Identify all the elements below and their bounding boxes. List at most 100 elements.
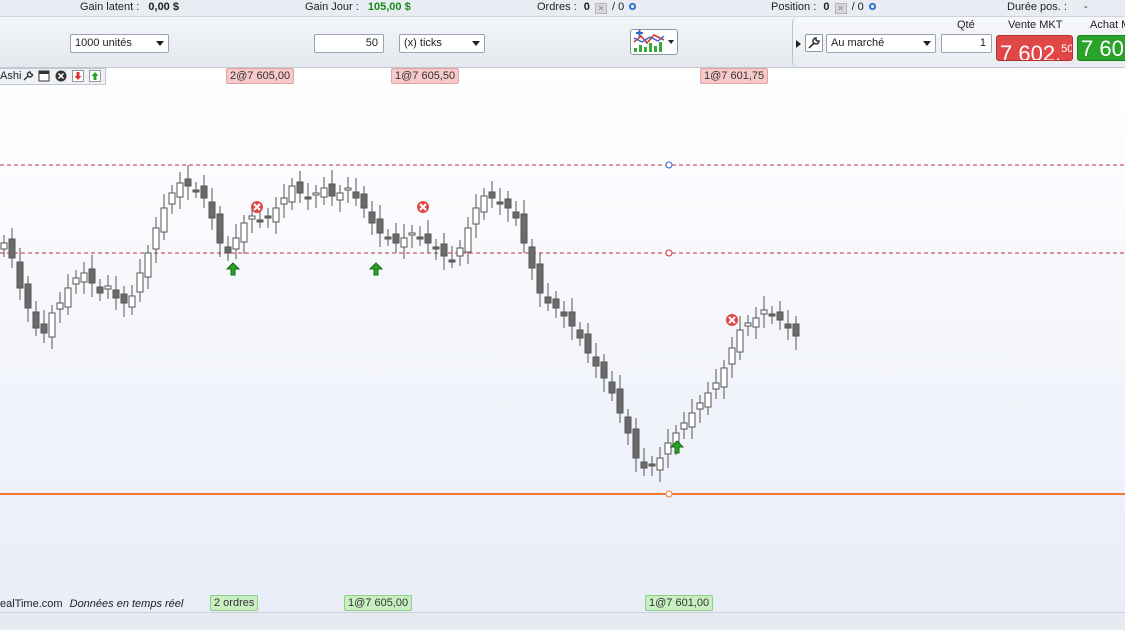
order-type-select[interactable]: Au marché — [826, 34, 936, 53]
order-settings-button[interactable] — [805, 34, 823, 52]
candle-body — [440, 243, 448, 257]
candle-body — [720, 367, 728, 388]
candle-body — [64, 287, 72, 308]
panel-collapse-icon[interactable] — [796, 40, 801, 48]
buy-market-button[interactable]: 7 602 — [1077, 35, 1125, 61]
candle-body — [400, 237, 408, 248]
ticks-input[interactable]: 50 — [314, 34, 384, 53]
candle-body — [248, 215, 256, 220]
candle-body — [784, 323, 792, 329]
gear-icon[interactable] — [627, 1, 638, 12]
candle-body — [96, 286, 104, 294]
candle-body — [592, 356, 600, 367]
data-source: ealTime.com Données en temps réel — [0, 598, 183, 610]
cancel-orders-icon[interactable]: ✕ — [594, 3, 607, 14]
gain-jour-label: Gain Jour : — [305, 1, 359, 13]
gear-icon[interactable] — [867, 1, 878, 12]
candle-body — [288, 185, 296, 203]
candle-body — [696, 402, 704, 410]
candle-body — [328, 183, 336, 197]
units-select[interactable]: 1000 unités — [70, 34, 169, 53]
candle-body — [240, 222, 248, 243]
chart-area[interactable]: Ashi 2@7 605,00 1@7 605,50 1@7 601,75 2 … — [0, 68, 1125, 612]
candle-body — [504, 198, 512, 209]
candle-body — [56, 302, 64, 310]
gain-latent-value: 0,00 $ — [148, 1, 179, 13]
sell-marker-icon[interactable] — [417, 201, 429, 213]
candle-body — [32, 311, 40, 329]
gain-latent-label: Gain latent : — [80, 1, 140, 13]
sell-price-fraction: 50 — [1061, 43, 1073, 55]
candle-body — [104, 285, 112, 290]
sell-fill-tag[interactable]: 1@7 605,50 — [391, 68, 460, 84]
chevron-down-icon — [156, 41, 164, 46]
candle-body — [648, 463, 656, 467]
position-status: Position : 0 ✕ / 0 — [771, 0, 878, 15]
candle-body — [520, 213, 528, 244]
candle-body — [144, 252, 152, 278]
close-icon[interactable] — [55, 70, 67, 82]
level-handle[interactable] — [665, 161, 673, 169]
candle-body — [600, 361, 608, 379]
gain-jour-value: 105,00 $ — [367, 1, 411, 13]
candle-body — [392, 233, 400, 244]
candle-body — [712, 382, 720, 390]
buy-order-icon[interactable] — [89, 70, 101, 82]
candle-body — [760, 309, 768, 315]
chart-toolbar: Ashi — [0, 68, 106, 85]
level-handle[interactable] — [665, 249, 673, 257]
order-panel: Au marché Qté 1 Vente MKT 7 602,50 Achat… — [792, 17, 1125, 67]
status-bar: Gain latent : 0,00 $ Gain Jour : 105,00 … — [0, 0, 1125, 17]
candle-body — [272, 207, 280, 223]
candle-body — [128, 295, 136, 308]
source-name: ealTime.com — [0, 598, 63, 610]
candle-body — [120, 293, 128, 304]
window-icon[interactable] — [38, 70, 50, 82]
candle-body — [24, 283, 32, 309]
close-position-icon[interactable]: ✕ — [834, 3, 847, 14]
candle-body — [464, 227, 472, 253]
qty-input[interactable]: 1 — [941, 34, 992, 53]
position-label: Position : — [771, 1, 817, 13]
indicators-button[interactable] — [630, 29, 678, 55]
ticks-select[interactable]: (x) ticks — [399, 34, 485, 53]
candle-body — [768, 313, 776, 317]
candle-body — [608, 381, 616, 394]
chevron-down-icon — [668, 40, 674, 44]
candle-body — [640, 461, 648, 469]
sell-fill-tag[interactable]: 2@7 605,00 — [226, 68, 295, 84]
sell-fill-tag[interactable]: 1@7 601,75 — [700, 68, 769, 84]
candle-body — [568, 311, 576, 327]
position-count: 0 — [823, 1, 830, 13]
sell-marker-icon[interactable] — [726, 314, 738, 326]
candle-body — [344, 187, 352, 191]
buy-fill-tag[interactable]: 2 ordres — [210, 595, 259, 611]
candle-body — [560, 311, 568, 317]
sell-price-main: 7 602, — [1000, 41, 1062, 61]
buy-fill-tag[interactable]: 1@7 601,00 — [645, 595, 714, 611]
price-chart[interactable] — [0, 68, 1125, 612]
candle-body — [376, 218, 384, 234]
candle-body — [160, 207, 168, 233]
candle-body — [72, 277, 80, 285]
candle-body — [304, 196, 312, 200]
candle-body — [424, 233, 432, 244]
candle-body — [624, 416, 632, 434]
sell-market-button[interactable]: 7 602,50 — [996, 35, 1073, 61]
candle-body — [80, 272, 88, 283]
wrench-icon[interactable] — [22, 70, 34, 82]
sell-order-icon[interactable] — [72, 70, 84, 82]
order-type-value: Au marché — [831, 37, 885, 49]
duree-value: - — [1083, 1, 1088, 13]
candle-body — [216, 213, 224, 244]
candle-body — [480, 195, 488, 213]
candle-body — [152, 227, 160, 250]
buy-fill-tag[interactable]: 1@7 605,00 — [344, 595, 413, 611]
ordres-pending: / 0 — [612, 1, 625, 13]
candle-body — [752, 317, 760, 328]
candle-body — [200, 185, 208, 199]
sell-marker-icon[interactable] — [251, 201, 263, 213]
level-handle[interactable] — [665, 490, 673, 498]
candle-body — [264, 215, 272, 219]
wrench-icon — [808, 37, 820, 49]
